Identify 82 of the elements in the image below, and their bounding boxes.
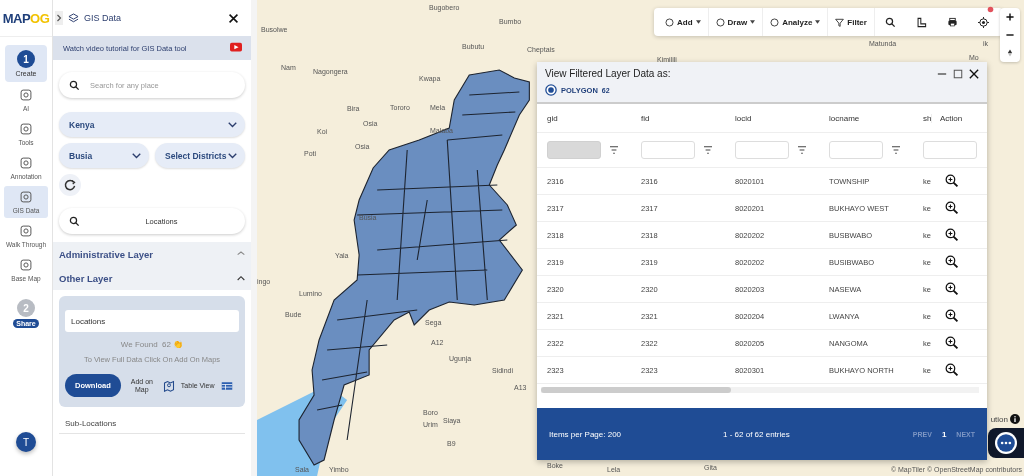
- zoom-in-icon[interactable]: [945, 309, 959, 323]
- caret-icon: [695, 20, 701, 24]
- tool-icon: [19, 258, 33, 272]
- filter-field[interactable]: [735, 141, 789, 159]
- tool-icon: [19, 122, 33, 136]
- page-number[interactable]: 1: [941, 429, 947, 439]
- entries-range: 1 - 62 of 62 entries: [723, 429, 791, 439]
- logo: MAPOG: [0, 0, 52, 37]
- district-dropdown[interactable]: Select Districts: [155, 143, 245, 168]
- chevron-icon: [237, 251, 245, 257]
- zoom-in-icon[interactable]: [945, 363, 959, 377]
- filter-icon[interactable]: [797, 146, 807, 154]
- filter-icon[interactable]: [703, 146, 713, 154]
- filter-icon[interactable]: [609, 146, 619, 154]
- filter-field[interactable]: [923, 141, 977, 159]
- chat-button[interactable]: [988, 428, 1024, 458]
- tool-icon: [19, 190, 33, 204]
- tool-icon: [19, 88, 33, 102]
- layer-name-field[interactable]: Locations: [65, 310, 239, 332]
- step-number: 2: [17, 299, 35, 317]
- items-per-page: Items per Page: 200: [549, 429, 623, 439]
- column-header[interactable]: locname: [819, 113, 913, 123]
- filter-field[interactable]: [829, 141, 883, 159]
- section-header[interactable]: Other Layer: [59, 266, 245, 290]
- chevron-icon[interactable]: [55, 11, 63, 25]
- layers-icon: [67, 11, 80, 25]
- filter-field[interactable]: [641, 141, 695, 159]
- video-icon[interactable]: [229, 42, 243, 54]
- attribution-text: ution: [990, 415, 1008, 424]
- toolbar-button[interactable]: Filter: [828, 8, 875, 36]
- toolbar-button[interactable]: Draw: [708, 8, 764, 36]
- circle-icon: [715, 17, 725, 27]
- toolbar-button[interactable]: Add: [658, 8, 709, 36]
- column-header[interactable]: gid: [537, 113, 631, 123]
- filter-icon[interactable]: [891, 146, 901, 154]
- ruler-icon[interactable]: [915, 16, 927, 28]
- caret-icon: [228, 121, 237, 128]
- column-header: Action: [931, 113, 987, 123]
- panel-title: GIS Data: [84, 13, 122, 23]
- country-dropdown[interactable]: Kenya: [59, 112, 245, 137]
- window-title: View Filtered Layer Data as:: [545, 68, 672, 79]
- column-header[interactable]: locid: [725, 113, 819, 123]
- zoom-in-icon[interactable]: [945, 201, 959, 215]
- info-icon[interactable]: [1010, 414, 1020, 424]
- layer-item[interactable]: Sub-Locations: [59, 407, 245, 434]
- print-icon[interactable]: [946, 16, 958, 28]
- avatar[interactable]: T: [16, 432, 36, 452]
- map-icon[interactable]: [162, 379, 175, 392]
- search-icon: [69, 215, 80, 227]
- section-header[interactable]: Administrative Layer: [59, 242, 245, 266]
- tool-icon: [19, 224, 33, 238]
- column-header[interactable]: fid: [631, 113, 725, 123]
- refresh-icon[interactable]: [59, 174, 81, 196]
- close-icon[interactable]: [969, 68, 979, 79]
- circle-icon: [665, 17, 674, 27]
- search-icon: [69, 79, 80, 91]
- caret-icon: [815, 20, 821, 24]
- zoom-in-icon[interactable]: [945, 336, 959, 350]
- table-icon[interactable]: [220, 380, 233, 391]
- close-icon[interactable]: [228, 12, 239, 24]
- caret-icon: [132, 152, 141, 159]
- caret-icon: [750, 20, 756, 24]
- chat-icon: [995, 432, 1017, 454]
- county-dropdown[interactable]: Busia: [59, 143, 149, 168]
- search-icon[interactable]: [884, 16, 896, 28]
- step-number: 1: [17, 50, 35, 68]
- zoom-in-icon[interactable]: [945, 174, 959, 188]
- notification-dot: [987, 6, 994, 13]
- toolbar-button[interactable]: Analyze: [763, 8, 829, 36]
- found-count: We Found 62 👏: [120, 340, 184, 349]
- circle-icon: [770, 17, 780, 27]
- column-header[interactable]: sh: [913, 113, 931, 123]
- tool-icon: [19, 156, 33, 170]
- maximize-icon[interactable]: [953, 68, 963, 79]
- caret-icon: [228, 152, 237, 159]
- zoom-in-icon[interactable]: [945, 282, 959, 296]
- zoom-in-icon[interactable]: [945, 255, 959, 269]
- scrollbar[interactable]: [541, 387, 979, 393]
- filter-icon: [835, 17, 845, 27]
- locate-icon[interactable]: [977, 16, 989, 28]
- zoom-in-icon[interactable]: [945, 228, 959, 242]
- chevron-icon: [237, 275, 245, 281]
